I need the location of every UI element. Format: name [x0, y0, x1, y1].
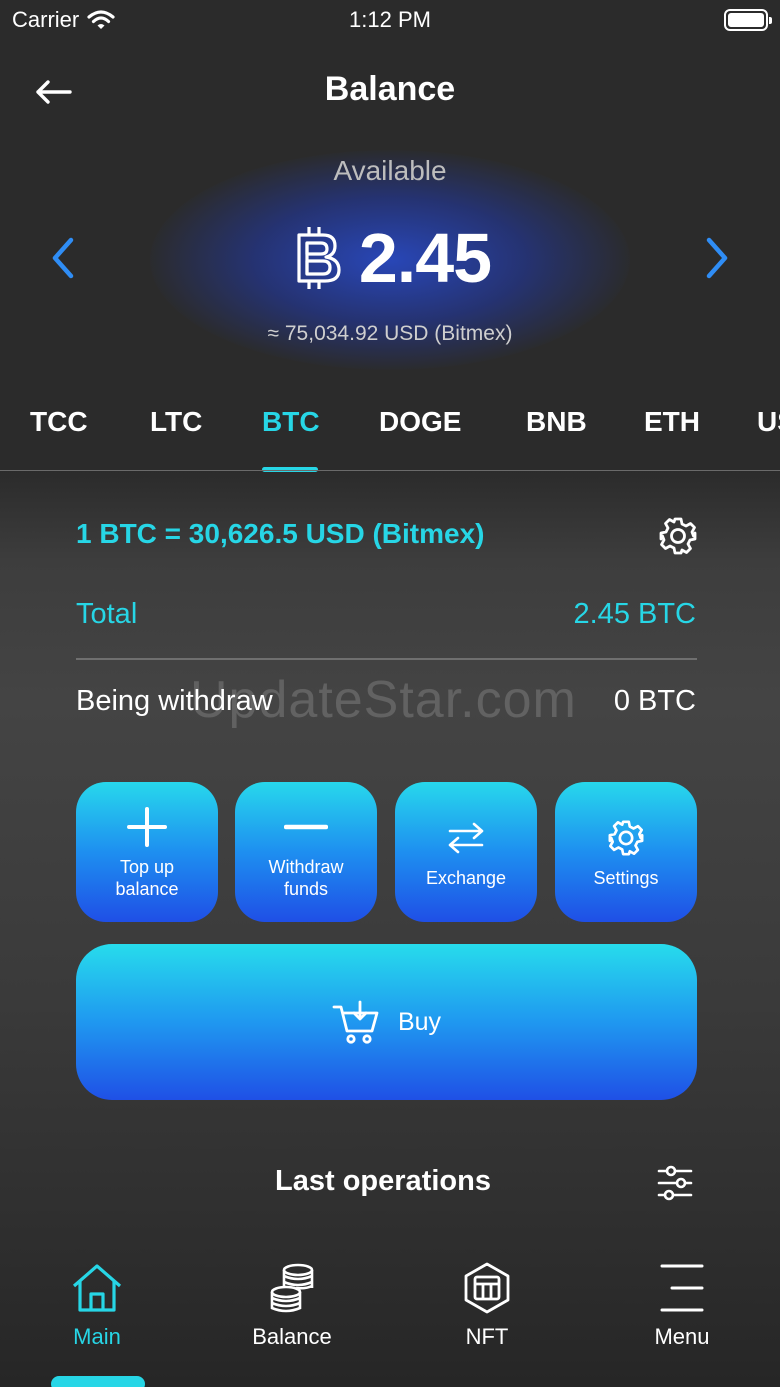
active-nav-indicator	[51, 1376, 145, 1387]
tab-doge[interactable]: DOGE	[379, 406, 461, 438]
buy-label: Buy	[397, 1007, 442, 1036]
available-label: Available	[333, 155, 447, 186]
tab-tcc[interactable]: TCC	[30, 406, 88, 438]
nav-nft[interactable]: NFT	[412, 1262, 562, 1350]
filter-button[interactable]	[655, 1163, 695, 1203]
nft-icon	[464, 1262, 510, 1314]
bitcoin-icon	[297, 227, 341, 289]
menu-lines-icon	[660, 1264, 704, 1312]
nav-main-label: Main	[73, 1324, 121, 1349]
last-operations-title: Last operations	[275, 1165, 491, 1197]
coins-stack-icon	[270, 1263, 314, 1313]
cart-icon	[332, 1000, 379, 1044]
total-value: 2.45 BTC	[573, 598, 697, 630]
available-amount: 2.45	[0, 218, 780, 298]
total-label: Total	[76, 598, 138, 630]
withdraw-funds-label: Withdraw funds	[268, 857, 344, 899]
settings-button[interactable]: Settings	[555, 782, 697, 922]
home-icon	[72, 1264, 122, 1312]
tab-ltc[interactable]: LTC	[150, 406, 202, 438]
page-title: Balance	[324, 70, 456, 108]
watermark: UpdateStar.com	[190, 671, 577, 729]
filter-sliders-icon	[657, 1165, 693, 1201]
tab-btc[interactable]: BTC	[262, 406, 320, 438]
currency-tabs: TCC LTC BTC DOGE BNB ETH US	[0, 400, 780, 470]
gear-icon	[608, 820, 644, 856]
exchange-rate: 1 BTC = 30,626.5 USD (Bitmex)	[76, 518, 485, 549]
nav-nft-label: NFT	[465, 1324, 509, 1349]
minus-icon	[284, 824, 328, 830]
plus-icon	[127, 807, 167, 847]
usd-approx: ≈ 75,034.92 USD (Bitmex)	[267, 322, 513, 345]
gear-icon	[659, 517, 697, 555]
buy-button[interactable]: Buy	[76, 944, 697, 1100]
nav-menu-label: Menu	[654, 1324, 710, 1349]
amount-value: 2.45	[358, 219, 492, 297]
nav-balance-label: Balance	[252, 1324, 332, 1349]
settings-label: Settings	[593, 868, 659, 888]
tab-bnb[interactable]: BNB	[526, 406, 587, 438]
nav-menu[interactable]: Menu	[607, 1262, 757, 1350]
exchange-label: Exchange	[425, 868, 507, 888]
withdraw-funds-button[interactable]: Withdraw funds	[235, 782, 377, 922]
total-divider	[76, 658, 697, 660]
exchange-arrows-icon	[448, 822, 484, 854]
nav-balance[interactable]: Balance	[217, 1262, 367, 1350]
status-time: 1:12 PM	[349, 7, 431, 32]
top-up-balance-button[interactable]: Top up balance	[76, 782, 218, 922]
tab-eth[interactable]: ETH	[644, 406, 700, 438]
nav-main[interactable]: Main	[22, 1262, 172, 1350]
rate-settings-button[interactable]	[658, 516, 698, 556]
top-up-balance-label: Top up balance	[115, 857, 179, 899]
battery-icon	[724, 9, 772, 31]
tabs-divider	[0, 470, 780, 471]
tab-us[interactable]: US	[757, 406, 780, 438]
being-withdraw-value: 0 BTC	[613, 685, 696, 717]
exchange-button[interactable]: Exchange	[395, 782, 537, 922]
